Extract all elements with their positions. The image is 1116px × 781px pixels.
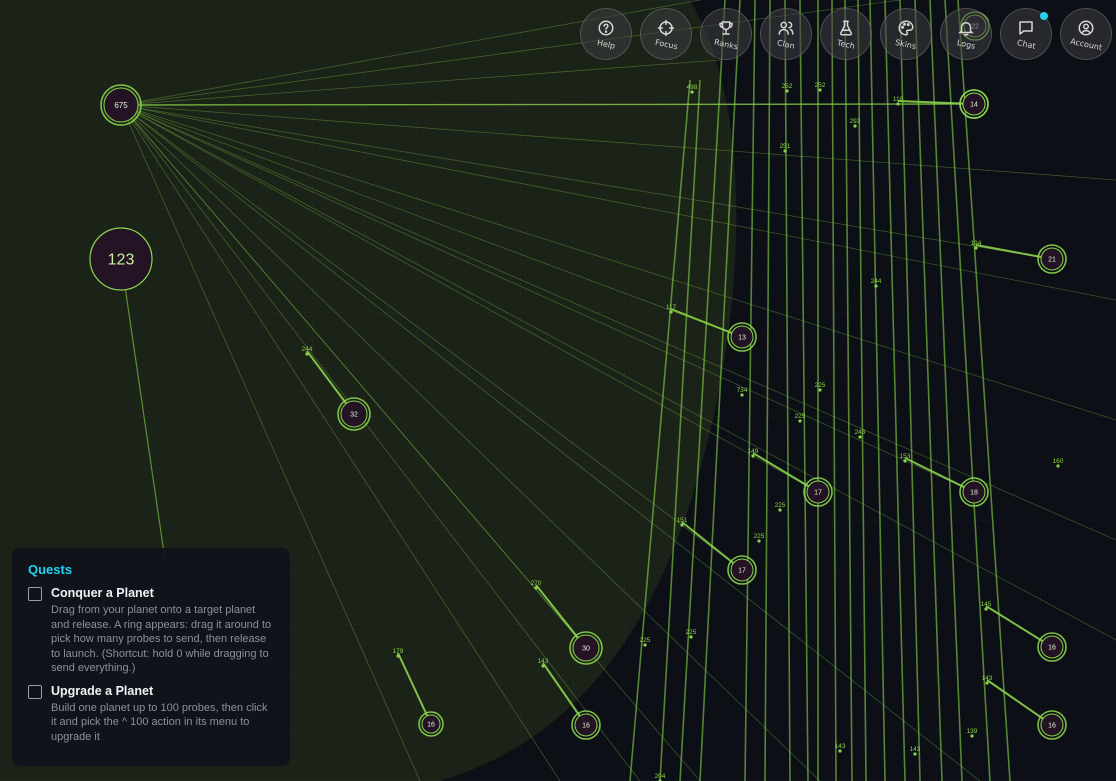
probe-count: 498 <box>687 84 698 91</box>
probe-count: 143 <box>982 675 993 682</box>
planet[interactable]: 16 <box>1037 632 1067 662</box>
skins-button[interactable]: Skins <box>880 8 932 60</box>
probe-count: 252 <box>782 83 793 90</box>
quest-conquer-planet: Conquer a Planet Drag from your planet o… <box>28 586 274 676</box>
ranks-label: Ranks <box>713 37 739 52</box>
probe-count: 204 <box>655 773 666 780</box>
planet[interactable]: 17 <box>803 477 833 507</box>
chat-label: Chat <box>1015 38 1037 51</box>
bell-icon <box>958 22 974 36</box>
crosshair-icon <box>657 19 675 37</box>
planet-probe-count: 675 <box>114 101 128 110</box>
planet-probe-count: 21 <box>1048 256 1056 263</box>
help-icon <box>598 20 614 36</box>
probe-count: 225 <box>815 382 826 389</box>
planet[interactable]: 30 <box>569 631 603 665</box>
planet[interactable]: 16 <box>418 711 444 737</box>
planet[interactable]: 16 <box>1037 710 1067 740</box>
probe-count: 151 <box>677 517 688 524</box>
quest-description: Drag from your planet onto a target plan… <box>51 604 272 674</box>
chat-icon <box>1019 21 1033 35</box>
probe-count: 143 <box>835 743 846 750</box>
tech-label: Tech <box>836 38 856 51</box>
quest-description: Build one planet up to 100 probes, then … <box>51 701 268 743</box>
probe-count: 118 <box>893 96 904 103</box>
chat-button[interactable]: Chat <box>1000 8 1052 60</box>
planet-probe-count: 13 <box>738 334 746 341</box>
probe-count: 143 <box>910 746 921 753</box>
probe-count: 153 <box>900 453 911 460</box>
planet[interactable]: 123 <box>89 227 153 291</box>
probe-count: 225 <box>686 629 697 636</box>
planet-probe-count: 16 <box>1048 644 1056 651</box>
trophy-icon <box>719 21 733 35</box>
account-label: Account <box>1069 36 1103 53</box>
probe-count: 194 <box>971 240 982 247</box>
help-button[interactable]: Help <box>580 8 632 60</box>
probe-count: 293 <box>850 118 861 125</box>
probe-count: 734 <box>737 387 748 394</box>
quest-title: Conquer a Planet <box>51 586 154 600</box>
probe-count: 252 <box>815 82 826 89</box>
probe-count: 160 <box>1053 458 1064 465</box>
probe-count: 251 <box>780 143 791 150</box>
planet-probe-count: 16 <box>1048 722 1056 729</box>
planet-probe-count: 16 <box>582 722 590 729</box>
planet[interactable]: 14 <box>959 89 989 119</box>
logs-label: Logs <box>956 38 976 51</box>
planet[interactable]: 13 <box>727 322 757 352</box>
probe-count: 225 <box>775 502 786 509</box>
account-button[interactable]: Account <box>1060 8 1112 60</box>
planet[interactable]: 21 <box>1037 244 1067 274</box>
planet[interactable]: 675 <box>100 84 142 126</box>
ranks-button[interactable]: Ranks <box>700 8 752 60</box>
probe-count: 117 <box>666 304 677 311</box>
planet-probe-count: 17 <box>814 489 822 496</box>
probe-count: 149 <box>748 448 759 455</box>
tech-button[interactable]: Tech <box>820 8 872 60</box>
probe-count: 179 <box>393 648 404 655</box>
planet[interactable]: 32 <box>337 397 371 431</box>
quest-checkbox[interactable] <box>28 587 42 601</box>
planet-probe-count: 30 <box>582 645 590 652</box>
quests-title: Quests <box>28 562 73 577</box>
planet-probe-count: 123 <box>108 252 135 269</box>
account-icon <box>1078 20 1094 36</box>
focus-label: Focus <box>653 37 679 52</box>
skins-label: Skins <box>894 37 918 52</box>
logs-button[interactable]: Logs <box>940 8 992 60</box>
help-label: Help <box>596 38 616 51</box>
planet-probe-count: 32 <box>350 411 358 418</box>
planet[interactable]: 16 <box>571 710 601 740</box>
planet-probe-count: 18 <box>970 489 978 496</box>
probe-marker: 204 <box>655 773 666 781</box>
palette-icon <box>898 20 914 36</box>
quest-title: Upgrade a Planet <box>51 683 154 698</box>
probe-count: 244 <box>871 278 882 285</box>
probe-count: 270 <box>531 580 542 587</box>
flask-icon <box>839 20 853 36</box>
clan-button[interactable]: Clan <box>760 8 812 60</box>
probe-count: 244 <box>302 346 313 353</box>
quests-panel: Quests Conquer a Planet Drag from your p… <box>12 548 290 766</box>
clan-label: Clan <box>776 38 796 51</box>
probe-count: 243 <box>855 429 866 436</box>
quest-checkbox[interactable] <box>28 684 42 699</box>
planet[interactable]: 17 <box>727 555 757 585</box>
focus-button[interactable]: Focus <box>640 8 692 60</box>
probe-count: 139 <box>967 728 978 735</box>
planet-probe-count: 16 <box>427 721 435 728</box>
quest-upgrade-planet: Upgrade a Planet Build one planet up to … <box>28 684 274 745</box>
top-nav: Help Focus Ranks Clan Tech Skins Logs Ch… <box>580 8 1112 60</box>
planet[interactable]: 18 <box>959 477 989 507</box>
probe-count: 225 <box>754 533 765 540</box>
planet-probe-count: 17 <box>738 567 746 574</box>
users-icon <box>778 21 794 35</box>
planet-probe-count: 14 <box>970 101 978 108</box>
probe-count: 225 <box>640 637 651 644</box>
notification-dot <box>1040 12 1048 20</box>
probe-count: 225 <box>795 413 806 420</box>
probe-count: 145 <box>981 601 992 608</box>
probe-count: 143 <box>538 658 549 665</box>
